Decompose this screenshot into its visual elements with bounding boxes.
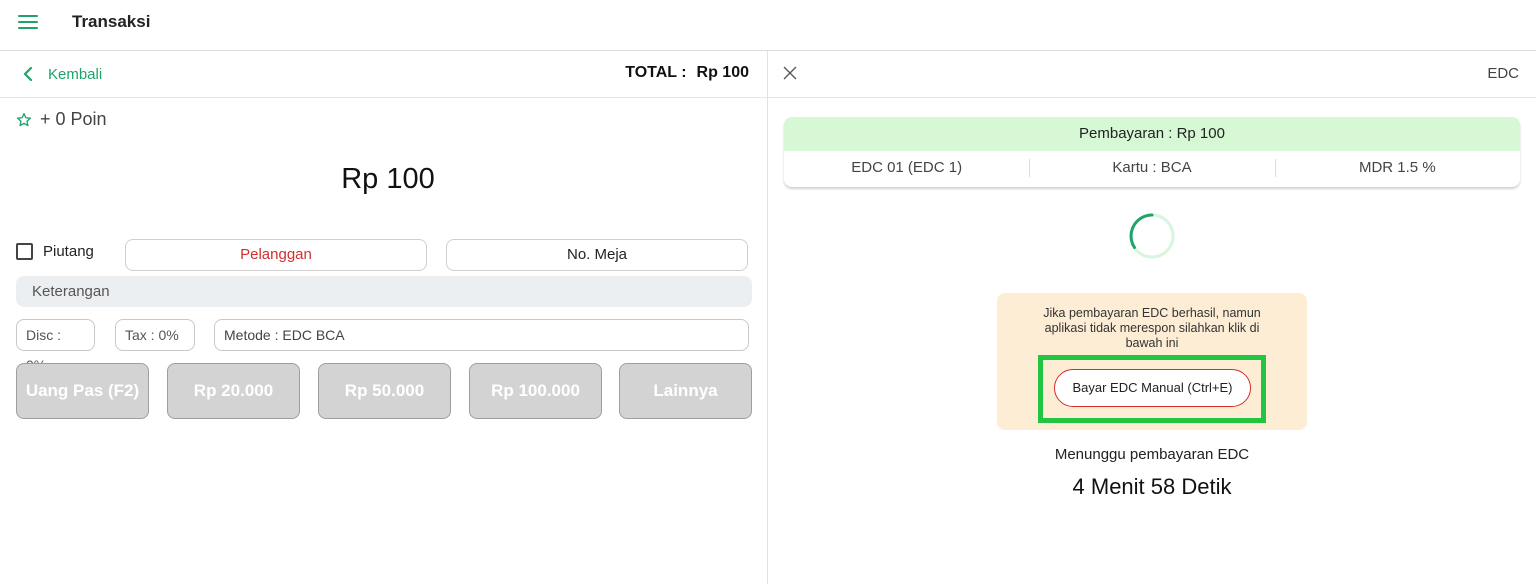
transaction-header: Kembali TOTAL : Rp 100: [0, 51, 767, 98]
manual-edc-button[interactable]: Bayar EDC Manual (Ctrl+E): [1054, 369, 1251, 407]
discount-field[interactable]: Disc : 0%: [16, 319, 95, 373]
back-label: Kembali: [48, 65, 103, 83]
back-button[interactable]: Kembali: [20, 63, 102, 85]
transaction-pane: Kembali TOTAL : Rp 100 + 0 Poin Rp 100 Pi…: [0, 51, 768, 584]
total-amount: Rp 100: [696, 64, 749, 81]
edc-device: EDC 01 (EDC 1): [851, 159, 963, 176]
edc-title: EDC: [1487, 65, 1519, 82]
manual-payment-notice: Jika pembayaran EDC berhasil, namun apli…: [997, 293, 1307, 430]
table-number-button[interactable]: No. Meja: [446, 239, 748, 271]
checkbox-box[interactable]: [16, 243, 33, 260]
cash-20000-button[interactable]: Rp 20.000: [167, 363, 300, 419]
countdown-timer: 4 Menit 58 Detik: [1072, 474, 1232, 499]
menu-icon[interactable]: [18, 14, 38, 30]
customer-button[interactable]: Pelanggan: [125, 239, 427, 271]
notice-text: Jika pembayaran EDC berhasil, namun apli…: [1043, 306, 1261, 350]
amount-display: Rp 100: [341, 163, 435, 195]
app-bar: Transaksi: [0, 0, 1536, 51]
total-label: TOTAL :: [625, 64, 687, 81]
close-icon[interactable]: [782, 65, 798, 81]
note-input[interactable]: Keterangan: [16, 276, 752, 307]
payment-details: EDC 01 (EDC 1) Kartu : BCA MDR 1.5 %: [784, 151, 1520, 185]
cash-100000-button[interactable]: Rp 100.000: [469, 363, 602, 419]
points-label: + 0 Poin: [40, 109, 107, 129]
payment-title: Pembayaran : Rp 100: [784, 117, 1520, 151]
total-display: TOTAL : Rp 100: [625, 64, 749, 82]
payment-card: Pembayaran : Rp 100 EDC 01 (EDC 1) Kartu…: [784, 117, 1520, 187]
payment-method-field[interactable]: Metode : EDC BCA: [214, 319, 749, 351]
chevron-left-icon: [23, 66, 33, 82]
piutang-checkbox[interactable]: Piutang: [16, 243, 94, 260]
exact-cash-button[interactable]: Uang Pas (F2): [16, 363, 149, 419]
tax-field[interactable]: Tax : 0%: [115, 319, 195, 351]
star-outline-icon: [17, 112, 31, 126]
loading-spinner-icon: [1129, 213, 1175, 259]
points-indicator: + 0 Poin: [16, 109, 107, 130]
card-type: Kartu : BCA: [1029, 151, 1274, 185]
mdr-rate: MDR 1.5 %: [1274, 151, 1520, 185]
waiting-status: Menunggu pembayaran EDC: [1054, 446, 1250, 463]
page-title: Transaksi: [72, 12, 151, 31]
edc-header: EDC: [768, 51, 1536, 98]
cash-50000-button[interactable]: Rp 50.000: [318, 363, 451, 419]
other-amount-button[interactable]: Lainnya: [619, 363, 752, 419]
edc-pane: EDC Pembayaran : Rp 100 EDC 01 (EDC 1) K…: [768, 51, 1536, 584]
piutang-label: Piutang: [43, 243, 94, 260]
